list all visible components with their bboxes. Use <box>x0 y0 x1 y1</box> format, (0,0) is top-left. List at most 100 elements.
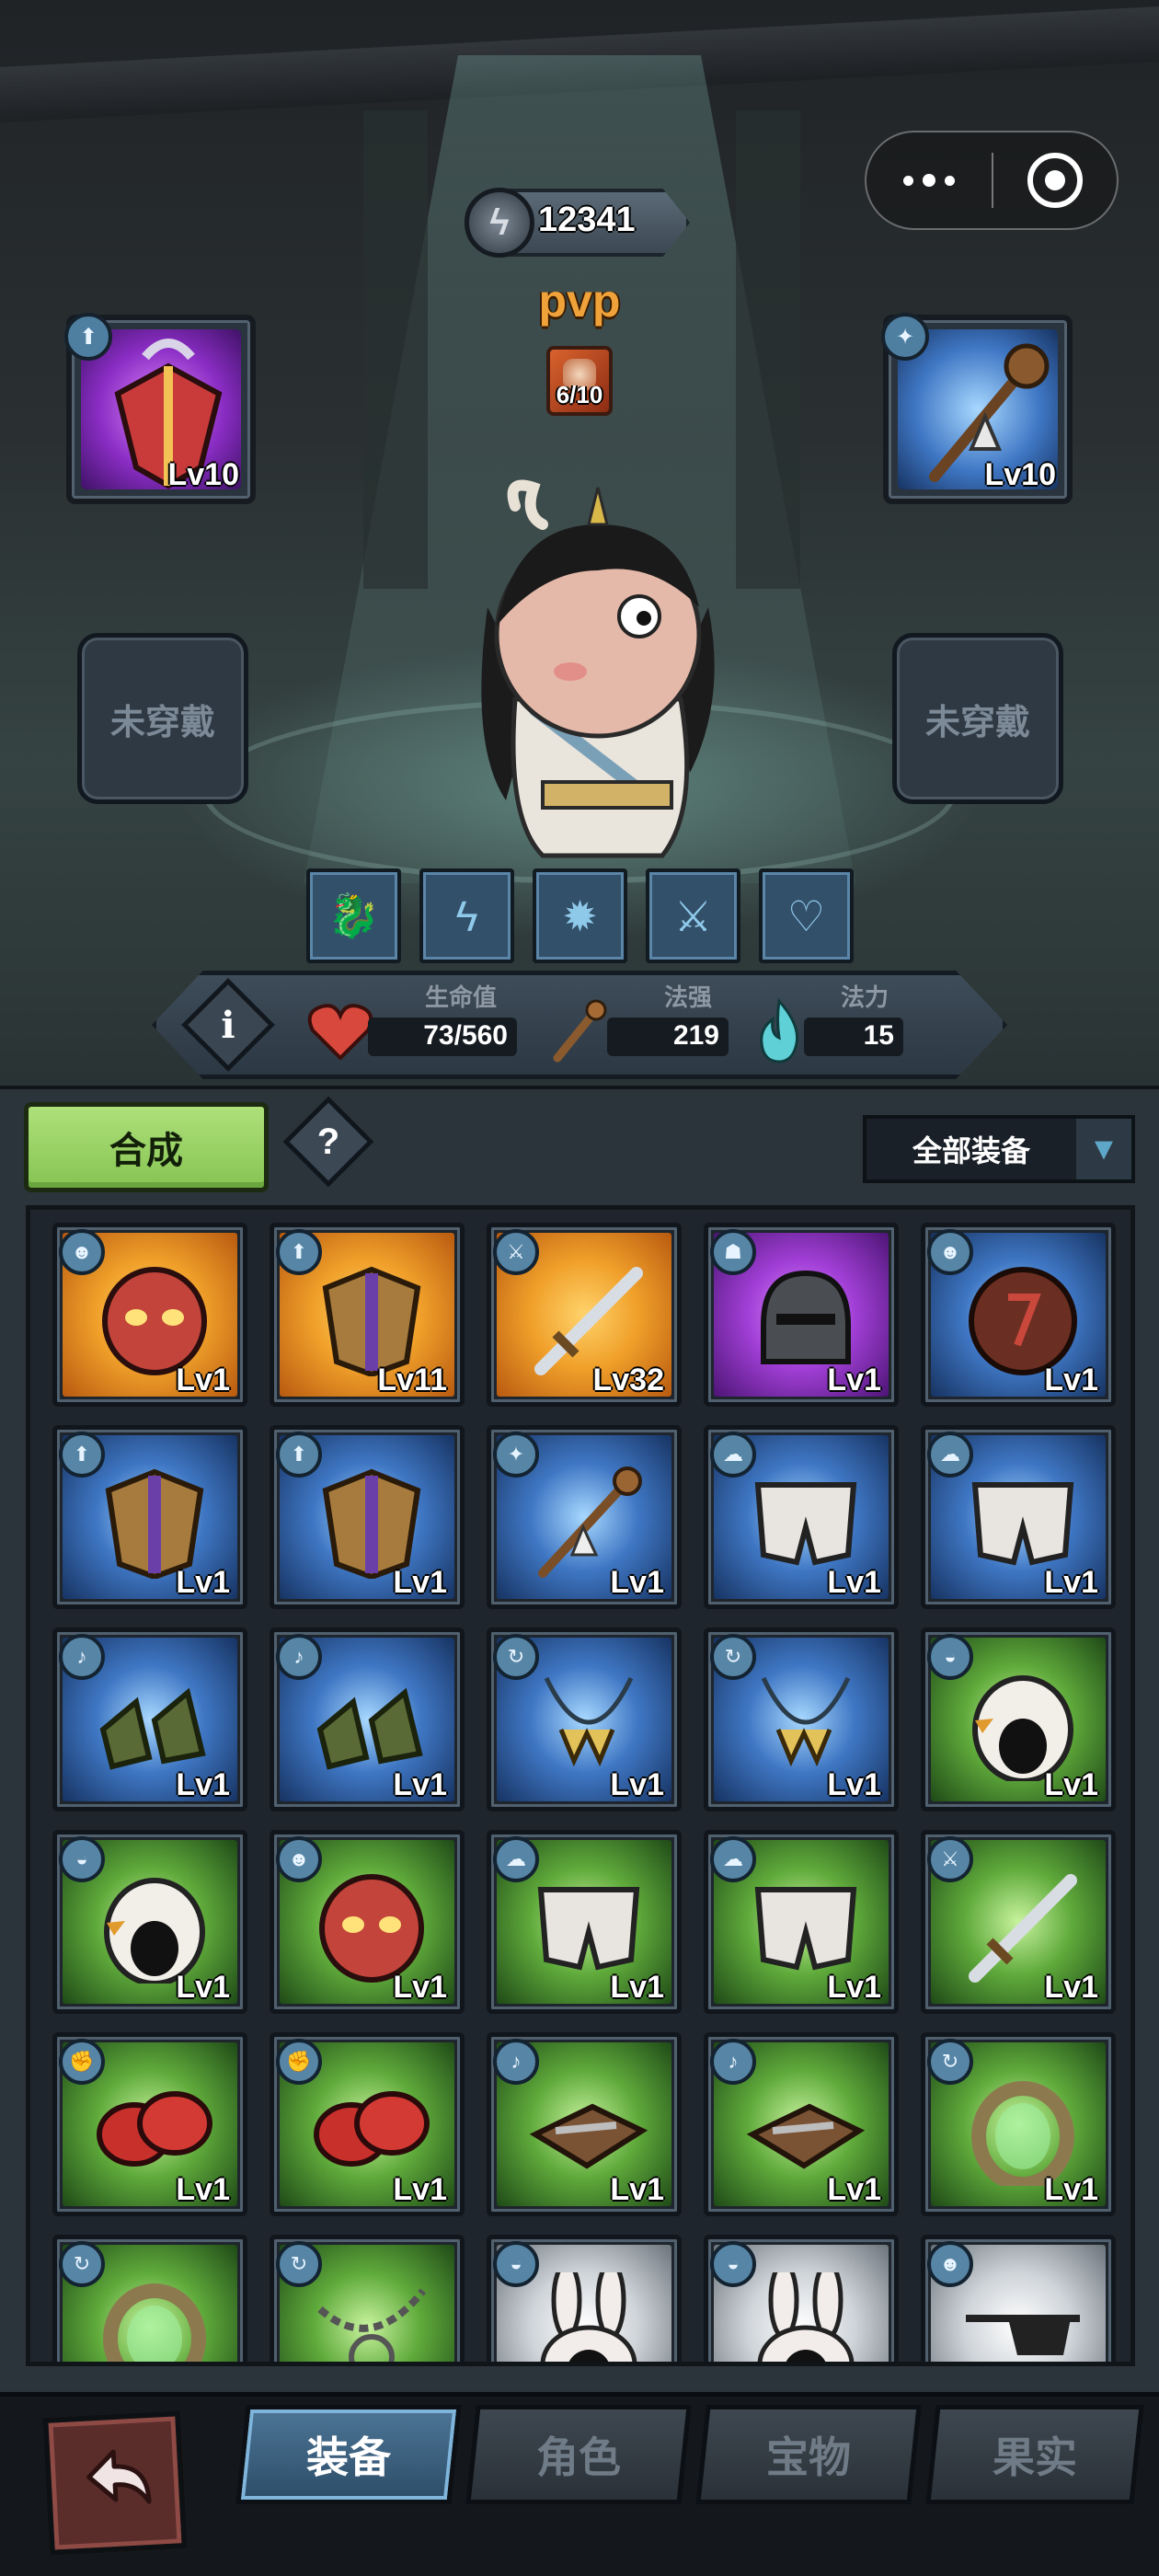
chevron-down-icon: ▼ <box>1076 1119 1131 1179</box>
mask-icon <box>102 1267 207 1375</box>
empty-slot-right[interactable]: 未穿戴 <box>892 633 1063 804</box>
compose-button[interactable]: 合成 <box>24 1102 269 1192</box>
inventory-item-pants[interactable]: ☁ Lv1 <box>921 1425 1116 1609</box>
item-level: Lv1 <box>176 1565 230 1600</box>
inventory-item-chain[interactable]: ↻ <box>270 2235 465 2362</box>
help-icon: ? <box>316 1121 340 1162</box>
mana-flame-icon <box>760 997 799 1064</box>
pants-icon <box>537 1887 640 1971</box>
inventory-item-necklace[interactable]: ↻ Lv1 <box>704 1627 899 1811</box>
boots-icon <box>316 1687 423 1770</box>
slot-type-icon: ☁ <box>710 1836 756 1882</box>
inventory-item-pants[interactable]: ☁ Lv1 <box>487 1830 682 2014</box>
inventory-item-armor[interactable]: ⬆ Lv11 <box>270 1223 465 1407</box>
slot-type-icon: ✦ <box>493 1432 539 1478</box>
eyepatch-icon <box>966 2315 1080 2355</box>
pillar-left <box>363 110 428 589</box>
ring-icon <box>971 2081 1074 2186</box>
heart-skill-icon[interactable]: ♡ <box>759 868 854 963</box>
slot-type-icon: ⬆ <box>276 1432 322 1478</box>
chicken-hat-icon <box>104 1878 205 1984</box>
equipment-filter-dropdown[interactable]: 全部装备 ▼ <box>863 1115 1135 1183</box>
item-level: Lv11 <box>377 1363 447 1397</box>
armor-icon <box>105 1468 204 1579</box>
currency-value: 12341 <box>538 201 636 239</box>
armor-type-icon: ⬆ <box>64 313 112 361</box>
inventory-item-sandals[interactable]: ♪ Lv1 <box>487 2032 682 2216</box>
item-level: Lv1 <box>1044 2172 1098 2207</box>
slot-type-icon: ⬆ <box>276 1229 322 1275</box>
target-close-icon[interactable] <box>993 132 1117 228</box>
power-value: 219 <box>607 1018 729 1056</box>
inventory-item-mask[interactable]: ☻ Lv1 <box>270 1830 465 2014</box>
staff-icon <box>538 1466 642 1578</box>
pvp-ticket-count: 6/10 <box>556 381 603 408</box>
tab-equipment[interactable]: 装备 <box>235 2405 462 2504</box>
inventory-item-gloves[interactable]: ✊ Lv1 <box>270 2032 465 2216</box>
inventory-item-gloves[interactable]: ✊ Lv1 <box>52 2032 247 2216</box>
inventory-item-bunny-hat[interactable]: ◒ <box>487 2235 682 2362</box>
inventory-item-necklace[interactable]: ↻ Lv1 <box>487 1627 682 1811</box>
item-level: Lv1 <box>827 1767 881 1802</box>
slot-type-icon: ☻ <box>927 2241 973 2287</box>
summon-skill-icon[interactable]: ⚔ <box>646 868 740 963</box>
necklace-icon <box>544 1676 634 1767</box>
inventory-item-pants[interactable]: ☁ Lv1 <box>704 1830 899 2014</box>
empty-slot-left[interactable]: 未穿戴 <box>77 633 248 804</box>
more-dots-icon[interactable] <box>866 132 992 228</box>
back-button[interactable] <box>42 2410 188 2556</box>
armor-icon <box>322 1468 421 1579</box>
inventory-item-ring[interactable]: ↻ Lv1 <box>921 2032 1116 2216</box>
equipped-armor-level: Lv10 <box>167 457 240 492</box>
tab-fruit-label: 果实 <box>993 2433 1077 2481</box>
tab-treasure[interactable]: 宝物 <box>695 2405 922 2504</box>
weapon-type-icon: ✦ <box>881 313 929 361</box>
inventory-item-boots[interactable]: ♪ Lv1 <box>270 1627 465 1811</box>
inventory-item-armor[interactable]: ⬆ Lv1 <box>270 1425 465 1609</box>
inventory-item-boots[interactable]: ♪ Lv1 <box>52 1627 247 1811</box>
fire-skill-icon[interactable]: ✹ <box>533 868 627 963</box>
inventory-item-chicken-hat[interactable]: ◒ Lv1 <box>921 1627 1116 1811</box>
slot-type-icon: ↻ <box>59 2241 105 2287</box>
dragon-skill-icon[interactable]: 🐉 <box>306 868 401 963</box>
tab-fruit[interactable]: 果实 <box>925 2405 1144 2504</box>
hp-label: 生命值 <box>425 983 498 1011</box>
item-level: Lv1 <box>827 1363 881 1397</box>
item-level: Lv1 <box>827 1970 881 2005</box>
inventory-item-ring[interactable]: ↻ <box>52 2235 247 2362</box>
necklace-icon <box>761 1676 851 1767</box>
tab-character[interactable]: 角色 <box>465 2405 692 2504</box>
mana-label: 法力 <box>841 983 889 1011</box>
inventory-item-armor[interactable]: ⬆ Lv1 <box>52 1425 247 1609</box>
item-level: Lv32 <box>592 1363 665 1397</box>
character-avatar[interactable] <box>432 469 763 874</box>
inventory-item-staff[interactable]: ✦ Lv1 <box>487 1425 682 1609</box>
inventory-item-mask[interactable]: ☻ Lv1 <box>52 1223 247 1407</box>
equipped-armor-slot[interactable]: ⬆ Lv10 <box>64 313 256 504</box>
inventory-grid: ☻ Lv1 ⬆ Lv11 ⚔ Lv32 ☗ Lv1 ☻ Lv1 ⬆ Lv1 ⬆ Lv1 ✦ Lv1 ☁ Lv1 ☁ L… <box>52 1223 1116 2362</box>
slot-type-icon: ♪ <box>493 2039 539 2085</box>
inventory-item-sword[interactable]: ⚔ Lv32 <box>487 1223 682 1407</box>
equipped-weapon-slot[interactable]: ✦ Lv10 <box>881 313 1073 504</box>
inventory-item-sword[interactable]: ⚔ Lv1 <box>921 1830 1116 2014</box>
pants-icon <box>754 1482 857 1566</box>
mini-program-capsule <box>865 131 1119 230</box>
inventory-item-bunny-hat[interactable]: ◒ <box>704 2235 899 2362</box>
inventory-item-chicken-hat[interactable]: ◒ Lv1 <box>52 1830 247 2014</box>
inventory-item-shield-round[interactable]: ☻ Lv1 <box>921 1223 1116 1407</box>
item-level: Lv1 <box>1044 1565 1098 1600</box>
lightning-skill-icon[interactable]: ϟ <box>419 868 514 963</box>
inventory-grid-scroll[interactable]: ☻ Lv1 ⬆ Lv11 ⚔ Lv32 ☗ Lv1 ☻ Lv1 ⬆ Lv1 ⬆ Lv1 ✦ Lv1 ☁ Lv1 ☁ L… <box>26 1205 1135 2366</box>
bunny-hat-icon <box>540 2272 637 2362</box>
ring-icon <box>103 2283 206 2362</box>
inventory-item-eyepatch[interactable]: ☻ <box>921 2235 1116 2362</box>
item-level: Lv1 <box>1044 1363 1098 1397</box>
inventory-item-sandals[interactable]: ♪ Lv1 <box>704 2032 899 2216</box>
item-level: Lv1 <box>393 1565 447 1600</box>
item-level: Lv1 <box>1044 1970 1098 2005</box>
sword-icon <box>534 1267 643 1375</box>
pants-icon <box>754 1887 857 1971</box>
inventory-item-helmet[interactable]: ☗ Lv1 <box>704 1223 899 1407</box>
inventory-item-pants[interactable]: ☁ Lv1 <box>704 1425 899 1609</box>
heart-icon <box>307 1004 373 1060</box>
